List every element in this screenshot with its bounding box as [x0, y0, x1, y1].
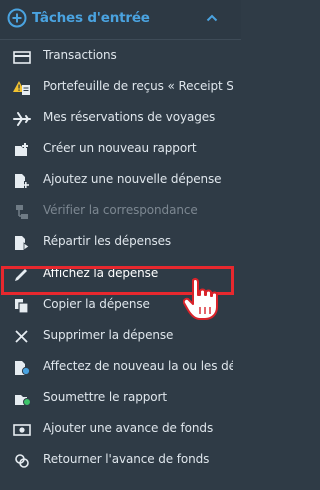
chevron-up-icon[interactable]	[206, 14, 218, 22]
menu-item-label: Affectez de nouveau la ou les dépenses	[43, 359, 233, 373]
panel-title: Tâches d'entrée	[32, 10, 150, 26]
copy-icon	[15, 299, 29, 314]
menu-item-delete-expense[interactable]: Supprimer la dépense	[0, 321, 241, 353]
menu-item-label: Mes réservations de voyages	[43, 110, 216, 124]
match-icon	[16, 205, 28, 219]
allocate-icon	[15, 236, 30, 251]
menu-item-label: Soumettre le rapport	[43, 390, 167, 404]
hand-pointer-icon	[183, 277, 218, 320]
menu-item-verify-match: Vérifier la correspondance	[0, 196, 241, 228]
new-report-icon	[15, 143, 28, 156]
credit-card-icon	[13, 51, 31, 64]
menu-item-label: Supprimer la dépense	[43, 328, 174, 342]
submit-icon	[15, 395, 31, 406]
menu-item-label: Ajoutez une nouvelle dépense	[43, 172, 222, 186]
menu-item-reassign-expenses[interactable]: Affectez de nouveau la ou les dépenses	[0, 352, 241, 384]
menu-item-label: Créer un nouveau rapport	[43, 141, 197, 155]
x-icon	[15, 330, 28, 343]
menu-item-label: Retourner l'avance de fonds	[43, 452, 210, 466]
menu-item-create-report[interactable]: Créer un nouveau rapport	[0, 134, 241, 166]
menu-item-label: Vérifier la correspondance	[43, 203, 198, 217]
menu-item-travel-bookings[interactable]: Mes réservations de voyages	[0, 103, 241, 135]
add-expense-icon	[15, 174, 29, 188]
plus-circle-icon	[7, 8, 27, 28]
menu-item-label: Copier la dépense	[43, 297, 150, 311]
reassign-icon	[15, 361, 31, 376]
panel-header[interactable]: Tâches d'entrée	[0, 0, 241, 40]
menu-item-submit-report[interactable]: Soumettre le rapport	[0, 383, 241, 415]
menu-item-allocate-expenses[interactable]: Répartir les dépenses	[0, 227, 241, 259]
menu-item-label: Répartir les dépenses	[43, 234, 172, 248]
menu-item-add-cash-advance[interactable]: Ajouter une avance de fonds	[0, 414, 241, 446]
menu-item-add-expense[interactable]: Ajoutez une nouvelle dépense	[0, 165, 241, 197]
menu-item-label: Ajouter une avance de fonds	[43, 421, 214, 435]
menu-item-receipt-store[interactable]: Portefeuille de reçus « Receipt Store »	[0, 72, 241, 104]
menu-item-transactions[interactable]: Transactions	[0, 41, 241, 73]
receipt-warning-icon	[13, 81, 30, 95]
menu-item-return-cash-advance[interactable]: Retourner l'avance de fonds	[0, 445, 241, 477]
menu-item-label: Transactions	[43, 48, 117, 62]
return-cash-icon	[15, 454, 29, 468]
airplane-icon	[13, 112, 31, 126]
menu-item-label: Portefeuille de reçus « Receipt Store »	[43, 79, 233, 93]
input-tasks-panel: Tâches d'entrée Transactions Portefeuill…	[0, 0, 241, 490]
cash-icon	[13, 424, 31, 436]
